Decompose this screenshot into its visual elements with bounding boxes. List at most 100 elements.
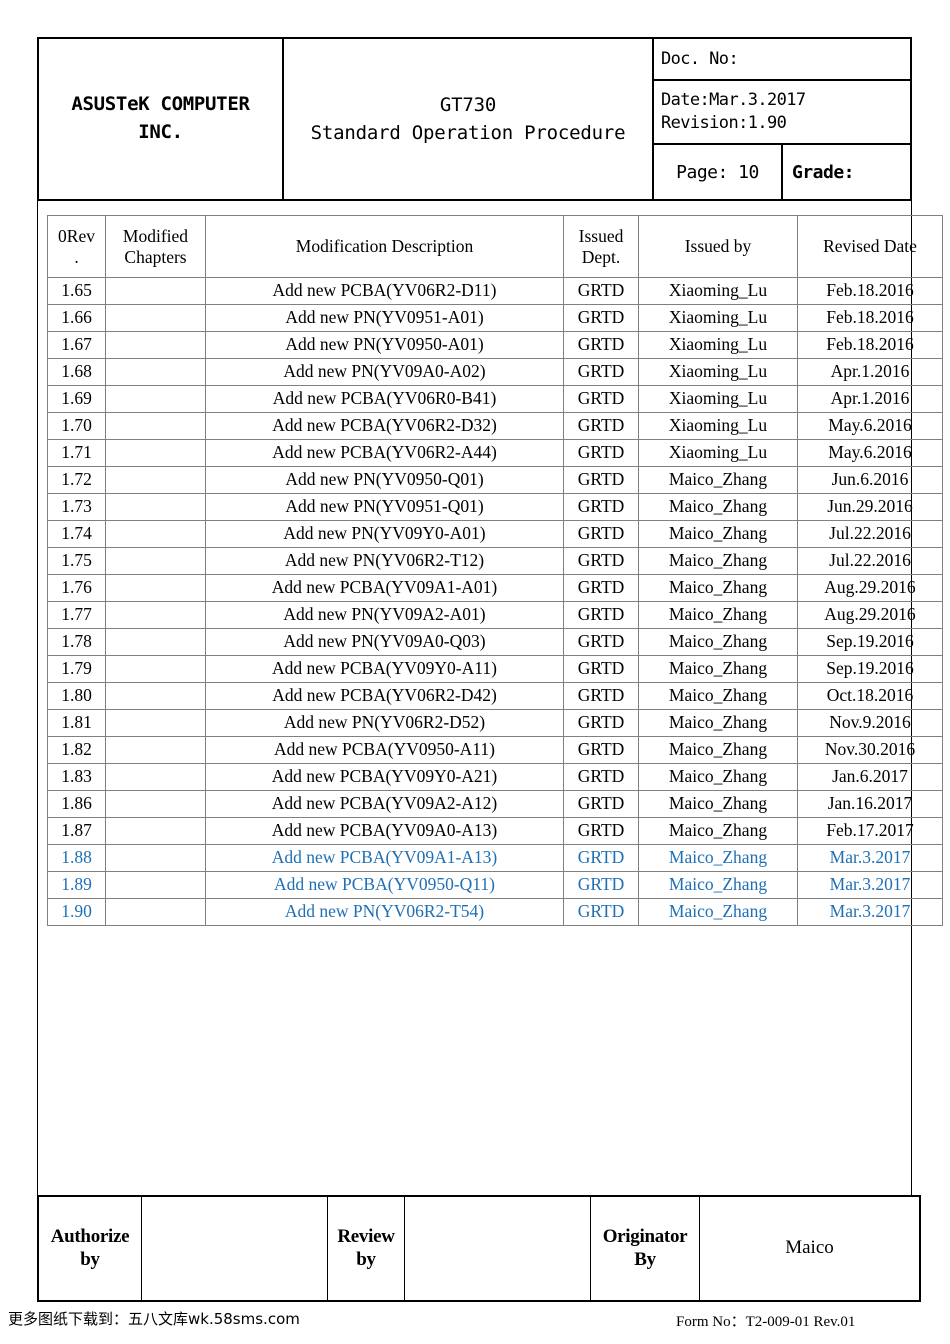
cell-issued-dept: GRTD bbox=[563, 547, 639, 575]
cell-revised-date: Feb.18.2016 bbox=[797, 277, 943, 305]
table-row: 1.86 Add new PCBA(YV09A2-A12) GRTD Maico_Zh… bbox=[47, 790, 943, 818]
cell-issued-dept: GRTD bbox=[563, 844, 639, 872]
cell-modification-description: Add new PN(YV0951-Q01) bbox=[205, 493, 564, 521]
column-header-dept-line2: Dept. bbox=[581, 246, 621, 267]
cell-modified-chapters bbox=[105, 493, 206, 521]
watermark-text: 更多图纸下载到：五八文库wk.58sms.com bbox=[8, 1310, 300, 1328]
review-by-value-cell[interactable] bbox=[404, 1195, 591, 1302]
column-header-issued-by: Issued by bbox=[638, 215, 798, 278]
table-row: 1.74 Add new PN(YV09Y0-A01) GRTD Maico_Zhan… bbox=[47, 520, 943, 548]
date-label: Date:Mar.3.2017 bbox=[661, 90, 806, 111]
table-row: 1.78 Add new PN(YV09A0-Q03) GRTD Maico_Zhan… bbox=[47, 628, 943, 656]
cell-modified-chapters bbox=[105, 736, 206, 764]
cell-issued-dept: GRTD bbox=[563, 898, 639, 926]
cell-revised-date: Jul.22.2016 bbox=[797, 547, 943, 575]
column-header-dept-line1: Issued bbox=[578, 226, 624, 247]
cell-modification-description: Add new PN(YV09A0-Q03) bbox=[205, 628, 564, 656]
cell-modification-description: Add new PCBA(YV09A1-A13) bbox=[205, 844, 564, 872]
table-row: 1.66 Add new PN(YV0951-A01) GRTD Xiaoming_L… bbox=[47, 304, 943, 332]
approval-signature-table: Authorize by Review by Originator By Mai… bbox=[37, 1195, 921, 1302]
column-header-revised-date: Revised Date bbox=[797, 215, 943, 278]
cell-modification-description: Add new PCBA(YV0950-Q11) bbox=[205, 871, 564, 899]
cell-revised-date: Jan.6.2017 bbox=[797, 763, 943, 791]
cell-issued-by: Xiaoming_Lu bbox=[638, 439, 798, 467]
cell-modified-chapters bbox=[105, 439, 206, 467]
authorize-by-label-cell: Authorize by bbox=[37, 1195, 142, 1302]
cell-rev: 1.71 bbox=[47, 439, 106, 467]
grade-cell: Grade: bbox=[781, 143, 912, 201]
column-header-issued-dept: Issued Dept. bbox=[563, 215, 639, 278]
cell-revised-date: Apr.1.2016 bbox=[797, 385, 943, 413]
cell-rev: 1.70 bbox=[47, 412, 106, 440]
cell-revised-date: Mar.3.2017 bbox=[797, 844, 943, 872]
cell-revised-date: Apr.1.2016 bbox=[797, 358, 943, 386]
column-header-modified-chapters: Modified Chapters bbox=[105, 215, 206, 278]
cell-rev: 1.75 bbox=[47, 547, 106, 575]
originator-by-value-cell[interactable]: Maico bbox=[699, 1195, 921, 1302]
doc-no-cell: Doc. No: bbox=[652, 37, 912, 81]
cell-rev: 1.65 bbox=[47, 277, 106, 305]
cell-issued-dept: GRTD bbox=[563, 682, 639, 710]
cell-revised-date: Jun.29.2016 bbox=[797, 493, 943, 521]
cell-issued-dept: GRTD bbox=[563, 790, 639, 818]
cell-modification-description: Add new PN(YV09A0-A02) bbox=[205, 358, 564, 386]
cell-revised-date: Feb.18.2016 bbox=[797, 304, 943, 332]
cell-issued-dept: GRTD bbox=[563, 466, 639, 494]
cell-modification-description: Add new PN(YV0951-A01) bbox=[205, 304, 564, 332]
cell-rev: 1.89 bbox=[47, 871, 106, 899]
company-name-line2: INC. bbox=[138, 121, 183, 143]
cell-revised-date: Aug.29.2016 bbox=[797, 574, 943, 602]
cell-modification-description: Add new PN(YV0950-Q01) bbox=[205, 466, 564, 494]
cell-issued-by: Maico_Zhang bbox=[638, 763, 798, 791]
company-name-cell: ASUSTeK COMPUTER INC. bbox=[37, 37, 284, 201]
cell-issued-dept: GRTD bbox=[563, 709, 639, 737]
cell-issued-dept: GRTD bbox=[563, 439, 639, 467]
cell-revised-date: Nov.9.2016 bbox=[797, 709, 943, 737]
cell-rev: 1.80 bbox=[47, 682, 106, 710]
cell-modified-chapters bbox=[105, 655, 206, 683]
cell-issued-dept: GRTD bbox=[563, 628, 639, 656]
cell-modified-chapters bbox=[105, 520, 206, 548]
grade-label: Grade: bbox=[792, 161, 855, 183]
cell-modification-description: Add new PCBA(YV09A1-A01) bbox=[205, 574, 564, 602]
cell-issued-by: Xiaoming_Lu bbox=[638, 304, 798, 332]
cell-rev: 1.73 bbox=[47, 493, 106, 521]
cell-revised-date: Jul.22.2016 bbox=[797, 520, 943, 548]
authorize-by-value-cell[interactable] bbox=[141, 1195, 328, 1302]
date-revision-cell: Date:Mar.3.2017 Revision:1.90 bbox=[652, 79, 912, 145]
page-footer-strip: 更多图纸下载到：五八文库wk.58sms.com Form No：T2-009-… bbox=[0, 1304, 950, 1344]
column-header-chapters-line1: Modified bbox=[122, 226, 189, 247]
cell-revised-date: Sep.19.2016 bbox=[797, 655, 943, 683]
cell-modification-description: Add new PCBA(YV09Y0-A21) bbox=[205, 763, 564, 791]
cell-modified-chapters bbox=[105, 790, 206, 818]
cell-modified-chapters bbox=[105, 385, 206, 413]
cell-modified-chapters bbox=[105, 898, 206, 926]
column-header-chapters-line2: Chapters bbox=[124, 246, 187, 267]
cell-revised-date: Mar.3.2017 bbox=[797, 871, 943, 899]
cell-modification-description: Add new PN(YV06R2-T54) bbox=[205, 898, 564, 926]
revision-table-body: 1.65 Add new PCBA(YV06R2-D11) GRTD Xiaoming… bbox=[47, 277, 943, 926]
cell-rev: 1.78 bbox=[47, 628, 106, 656]
page-number-label: Page: 10 bbox=[676, 161, 759, 183]
cell-issued-by: Xiaoming_Lu bbox=[638, 412, 798, 440]
cell-rev: 1.66 bbox=[47, 304, 106, 332]
cell-issued-by: Maico_Zhang bbox=[638, 493, 798, 521]
cell-revised-date: Jun.6.2016 bbox=[797, 466, 943, 494]
cell-modified-chapters bbox=[105, 763, 206, 791]
cell-modified-chapters bbox=[105, 466, 206, 494]
cell-issued-dept: GRTD bbox=[563, 358, 639, 386]
table-row: 1.71 Add new PCBA(YV06R2-A44) GRTD Xiaoming… bbox=[47, 439, 943, 467]
cell-modification-description: Add new PN(YV09A2-A01) bbox=[205, 601, 564, 629]
cell-modified-chapters bbox=[105, 601, 206, 629]
cell-issued-by: Xiaoming_Lu bbox=[638, 358, 798, 386]
originator-by-label-line1: Originator bbox=[602, 1225, 688, 1247]
cell-revised-date: Sep.19.2016 bbox=[797, 628, 943, 656]
table-row: 1.72 Add new PN(YV0950-Q01) GRTD Maico_Zhan… bbox=[47, 466, 943, 494]
cell-revised-date: Nov.30.2016 bbox=[797, 736, 943, 764]
cell-rev: 1.86 bbox=[47, 790, 106, 818]
cell-issued-by: Maico_Zhang bbox=[638, 655, 798, 683]
document-title-line2: Standard Operation Procedure bbox=[310, 122, 626, 144]
cell-issued-by: Maico_Zhang bbox=[638, 898, 798, 926]
cell-revised-date: Jan.16.2017 bbox=[797, 790, 943, 818]
table-row: 1.79 Add new PCBA(YV09Y0-A11) GRTD Maico_Zh… bbox=[47, 655, 943, 683]
